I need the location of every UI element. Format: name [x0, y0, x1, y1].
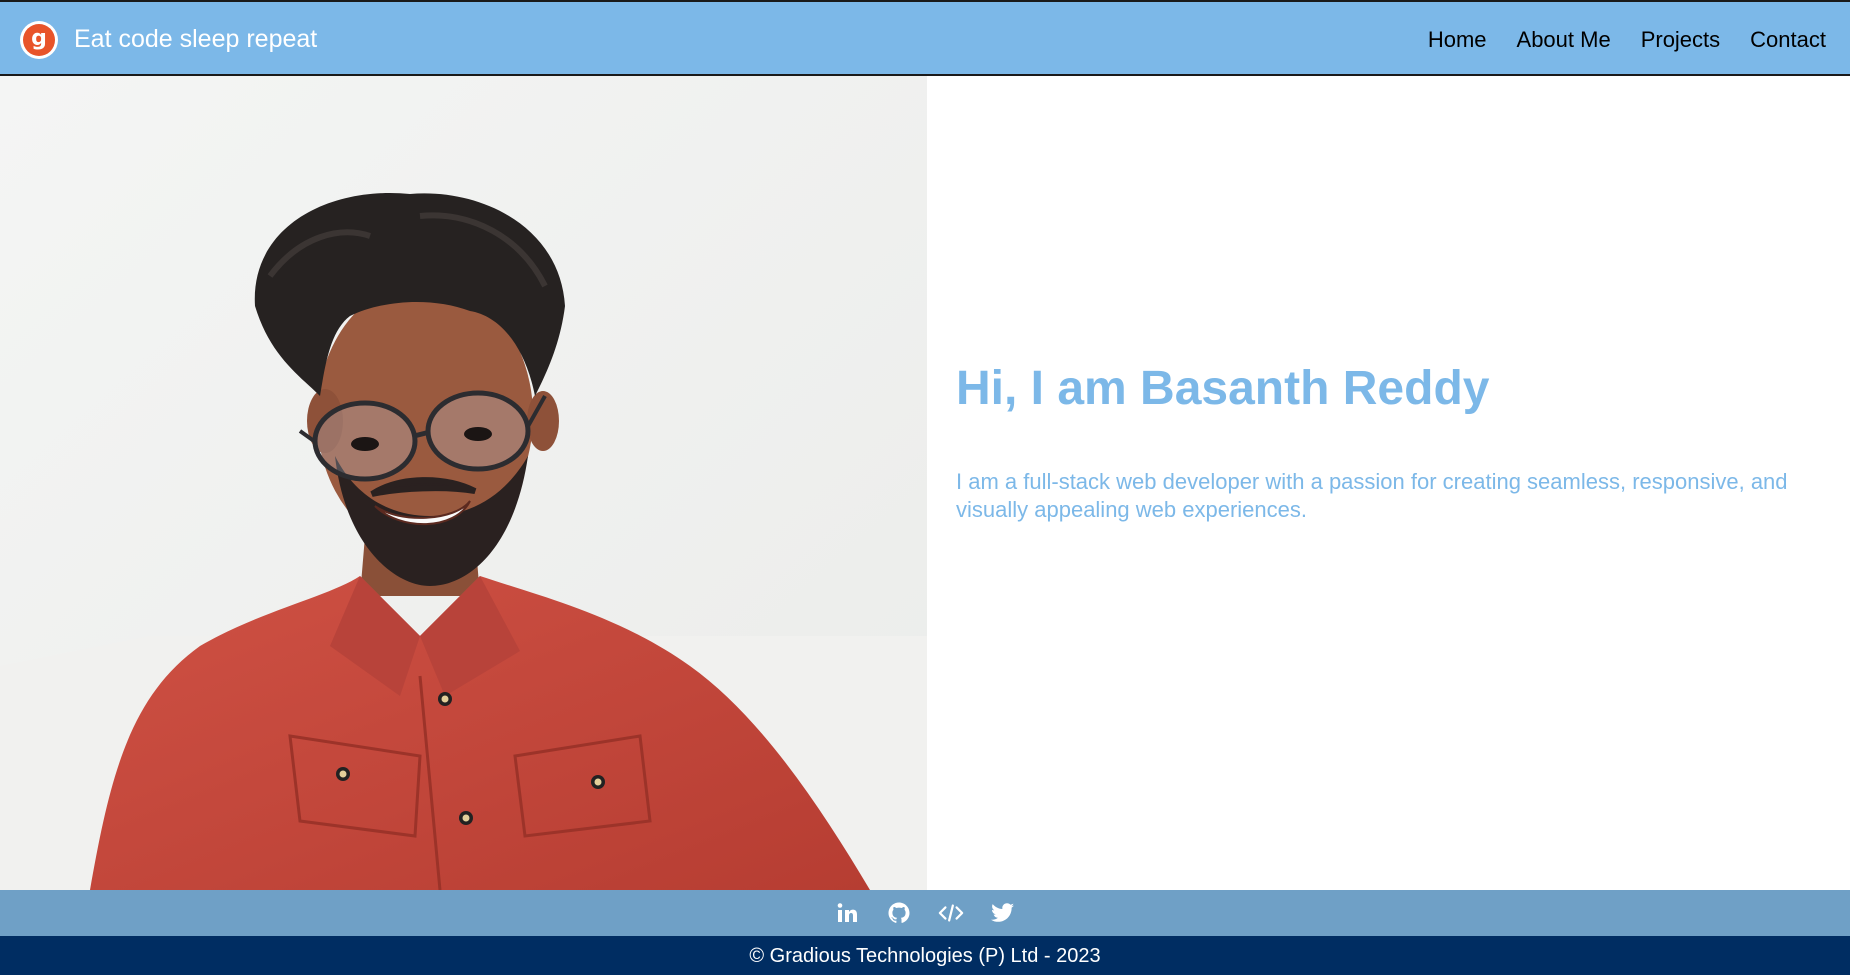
hero-intro: Hi, I am Basanth Reddy I am a full-stack… — [956, 360, 1826, 524]
social-links-bar — [0, 890, 1850, 936]
nav-projects-link[interactable]: Projects — [1641, 26, 1720, 54]
copyright-text: © Gradious Technologies (P) Ltd - 2023 — [749, 944, 1101, 967]
github-icon[interactable] — [886, 900, 912, 926]
code-icon[interactable] — [938, 900, 964, 926]
brand-logo[interactable]: g — [20, 21, 58, 59]
brand-tagline: Eat code sleep repeat — [74, 25, 318, 53]
profile-photo — [0, 76, 927, 890]
top-navbar: g Eat code sleep repeat Home About Me Pr… — [0, 0, 1850, 76]
logo-letter: g — [23, 24, 55, 56]
nav-about-link[interactable]: About Me — [1517, 26, 1611, 54]
profile-photo-illustration — [0, 76, 927, 890]
hero-description: I am a full-stack web developer with a p… — [956, 469, 1788, 522]
main-nav: Home About Me Projects Contact — [1428, 26, 1826, 54]
portfolio-page: g Eat code sleep repeat Home About Me Pr… — [0, 0, 1850, 975]
hero-title: Hi, I am Basanth Reddy — [956, 362, 1490, 415]
page-footer: © Gradious Technologies (P) Ltd - 2023 — [0, 936, 1850, 975]
nav-contact-link[interactable]: Contact — [1750, 26, 1826, 54]
nav-home-link[interactable]: Home — [1428, 26, 1487, 54]
linkedin-icon[interactable] — [834, 900, 860, 926]
twitter-icon[interactable] — [990, 900, 1016, 926]
